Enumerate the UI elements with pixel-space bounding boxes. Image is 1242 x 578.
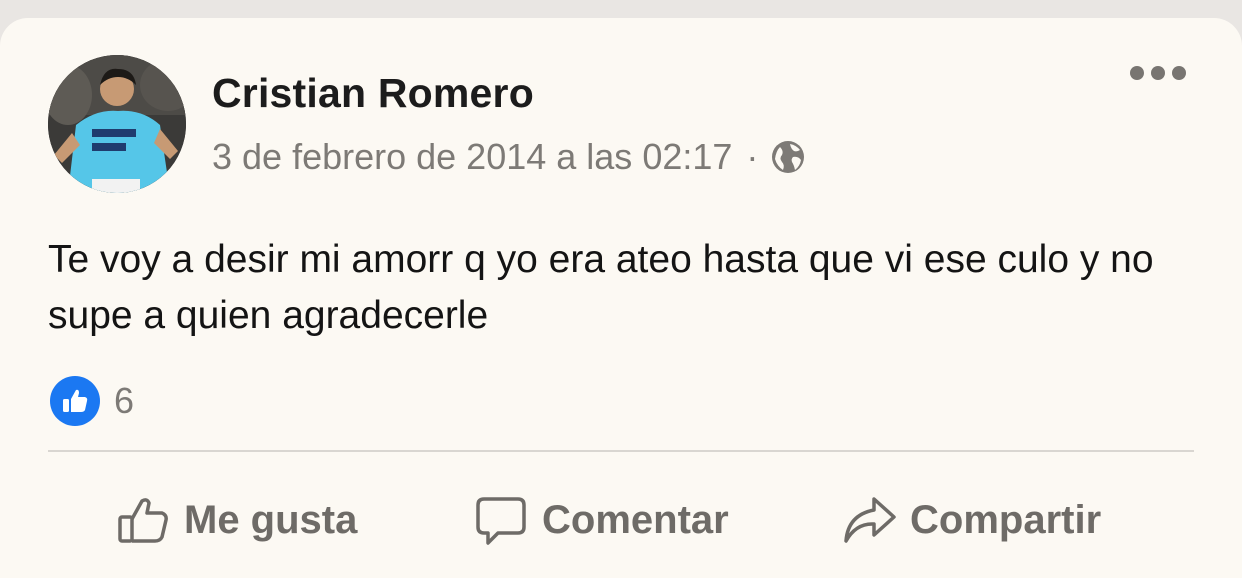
- action-bar: Me gusta Comentar Compartir: [0, 480, 1242, 560]
- more-options-button[interactable]: [1130, 66, 1186, 80]
- avatar[interactable]: [48, 55, 186, 193]
- reactions-summary[interactable]: 6: [50, 376, 134, 426]
- more-dot-icon: [1172, 66, 1186, 80]
- reaction-count: 6: [114, 380, 135, 421]
- divider: [48, 450, 1194, 452]
- share-button[interactable]: Compartir: [842, 480, 1101, 560]
- meta-separator: ·: [746, 136, 759, 177]
- comment-bubble-icon: [474, 493, 528, 547]
- comment-button-label: Comentar: [542, 497, 729, 542]
- more-dot-icon: [1130, 66, 1144, 80]
- comment-button[interactable]: Comentar: [474, 480, 729, 560]
- post-text: Te voy a desir mi amorr q yo era ateo ha…: [48, 238, 1154, 337]
- share-arrow-icon: [842, 493, 896, 547]
- globe-icon: [770, 139, 806, 175]
- post-card: Cristian Romero 3 de febrero de 2014 a l…: [0, 18, 1242, 578]
- thumbs-up-icon: [116, 493, 170, 547]
- post-timestamp[interactable]: 3 de febrero de 2014 a las 02:17: [212, 136, 732, 178]
- like-button-label: Me gusta: [184, 497, 358, 542]
- like-button[interactable]: Me gusta: [116, 480, 357, 560]
- author-name[interactable]: Cristian Romero: [212, 70, 534, 117]
- post-meta: 3 de febrero de 2014 a las 02:17 ·: [212, 136, 806, 178]
- like-icon: [50, 376, 100, 426]
- share-button-label: Compartir: [910, 497, 1102, 542]
- more-dot-icon: [1151, 66, 1165, 80]
